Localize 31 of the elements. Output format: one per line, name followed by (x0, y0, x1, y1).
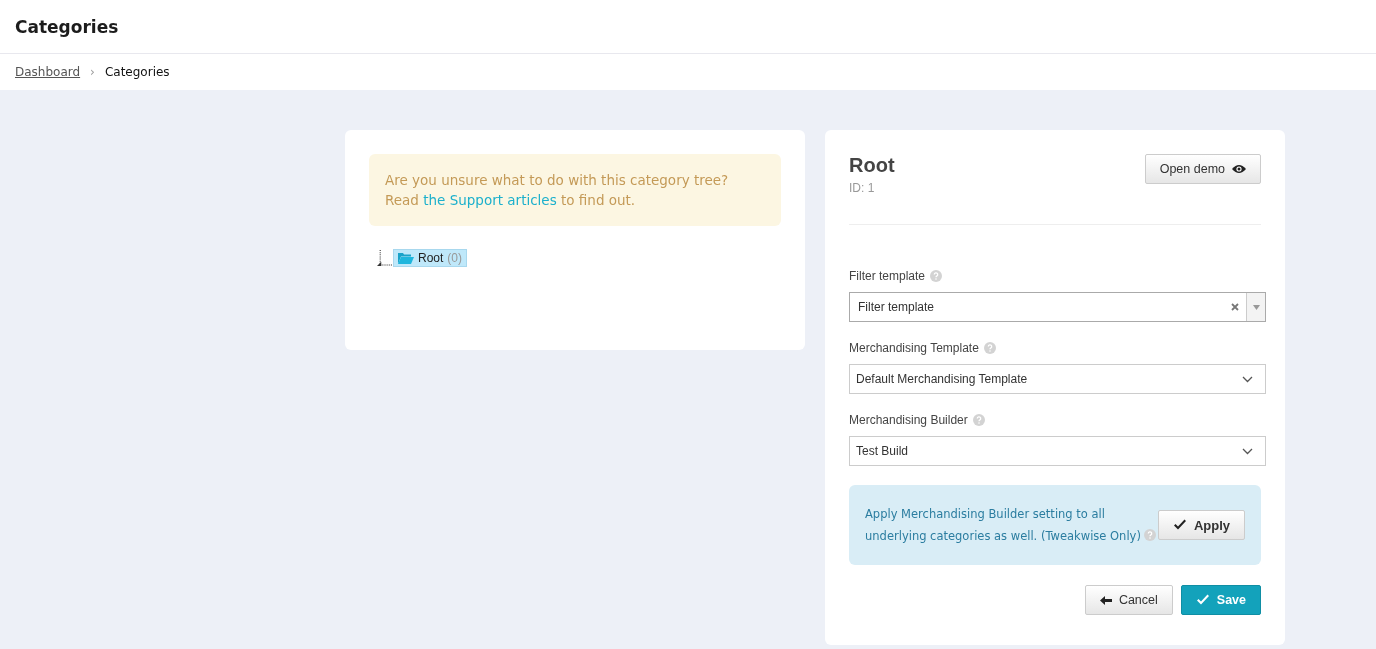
filter-template-select[interactable]: Filter template (849, 292, 1266, 322)
category-id: ID: 1 (849, 181, 875, 195)
open-demo-button[interactable]: Open demo (1144, 154, 1261, 184)
arrow-left-icon (1099, 595, 1112, 605)
field-label: Merchandising Template (849, 341, 979, 355)
check-icon (1195, 594, 1210, 606)
dropdown-select[interactable]: Default Merchandising Template (849, 364, 1266, 394)
tree-node[interactable]: Root (0) (393, 249, 468, 267)
cancel-button[interactable]: Cancel (1084, 585, 1173, 615)
field-label: Merchandising Builder (849, 413, 968, 427)
dropdown-arrow-icon[interactable] (1252, 304, 1260, 310)
clear-icon[interactable] (1231, 303, 1239, 311)
folder-icon (398, 252, 414, 264)
help-icon[interactable] (930, 270, 943, 282)
apply-button[interactable]: Apply (1157, 510, 1245, 540)
eye-icon (1232, 164, 1246, 174)
check-icon (1172, 519, 1187, 531)
breadcrumb-separator: › (90, 65, 95, 79)
help-icon[interactable] (983, 342, 996, 354)
field-label: Filter template (849, 269, 926, 283)
category-title: Root (849, 154, 895, 177)
dropdown-select[interactable]: Test Build (849, 436, 1266, 466)
chevron-down-icon (1242, 375, 1253, 383)
help-icon[interactable] (1143, 529, 1156, 541)
apply-notice-text: Apply Merchandising Builder setting to all underlying categories as well. (Tweakwise Only) (865, 503, 1158, 547)
page-title: Categories (15, 16, 119, 37)
breadcrumb-link[interactable]: Dashboard (15, 65, 81, 79)
help-notice: Are you unsure what to do with this category tree? Read the Support articles to find out. (369, 154, 781, 226)
breadcrumb-current: Categories (104, 65, 170, 79)
chevron-down-icon (1242, 447, 1253, 455)
help-icon[interactable] (972, 414, 985, 426)
